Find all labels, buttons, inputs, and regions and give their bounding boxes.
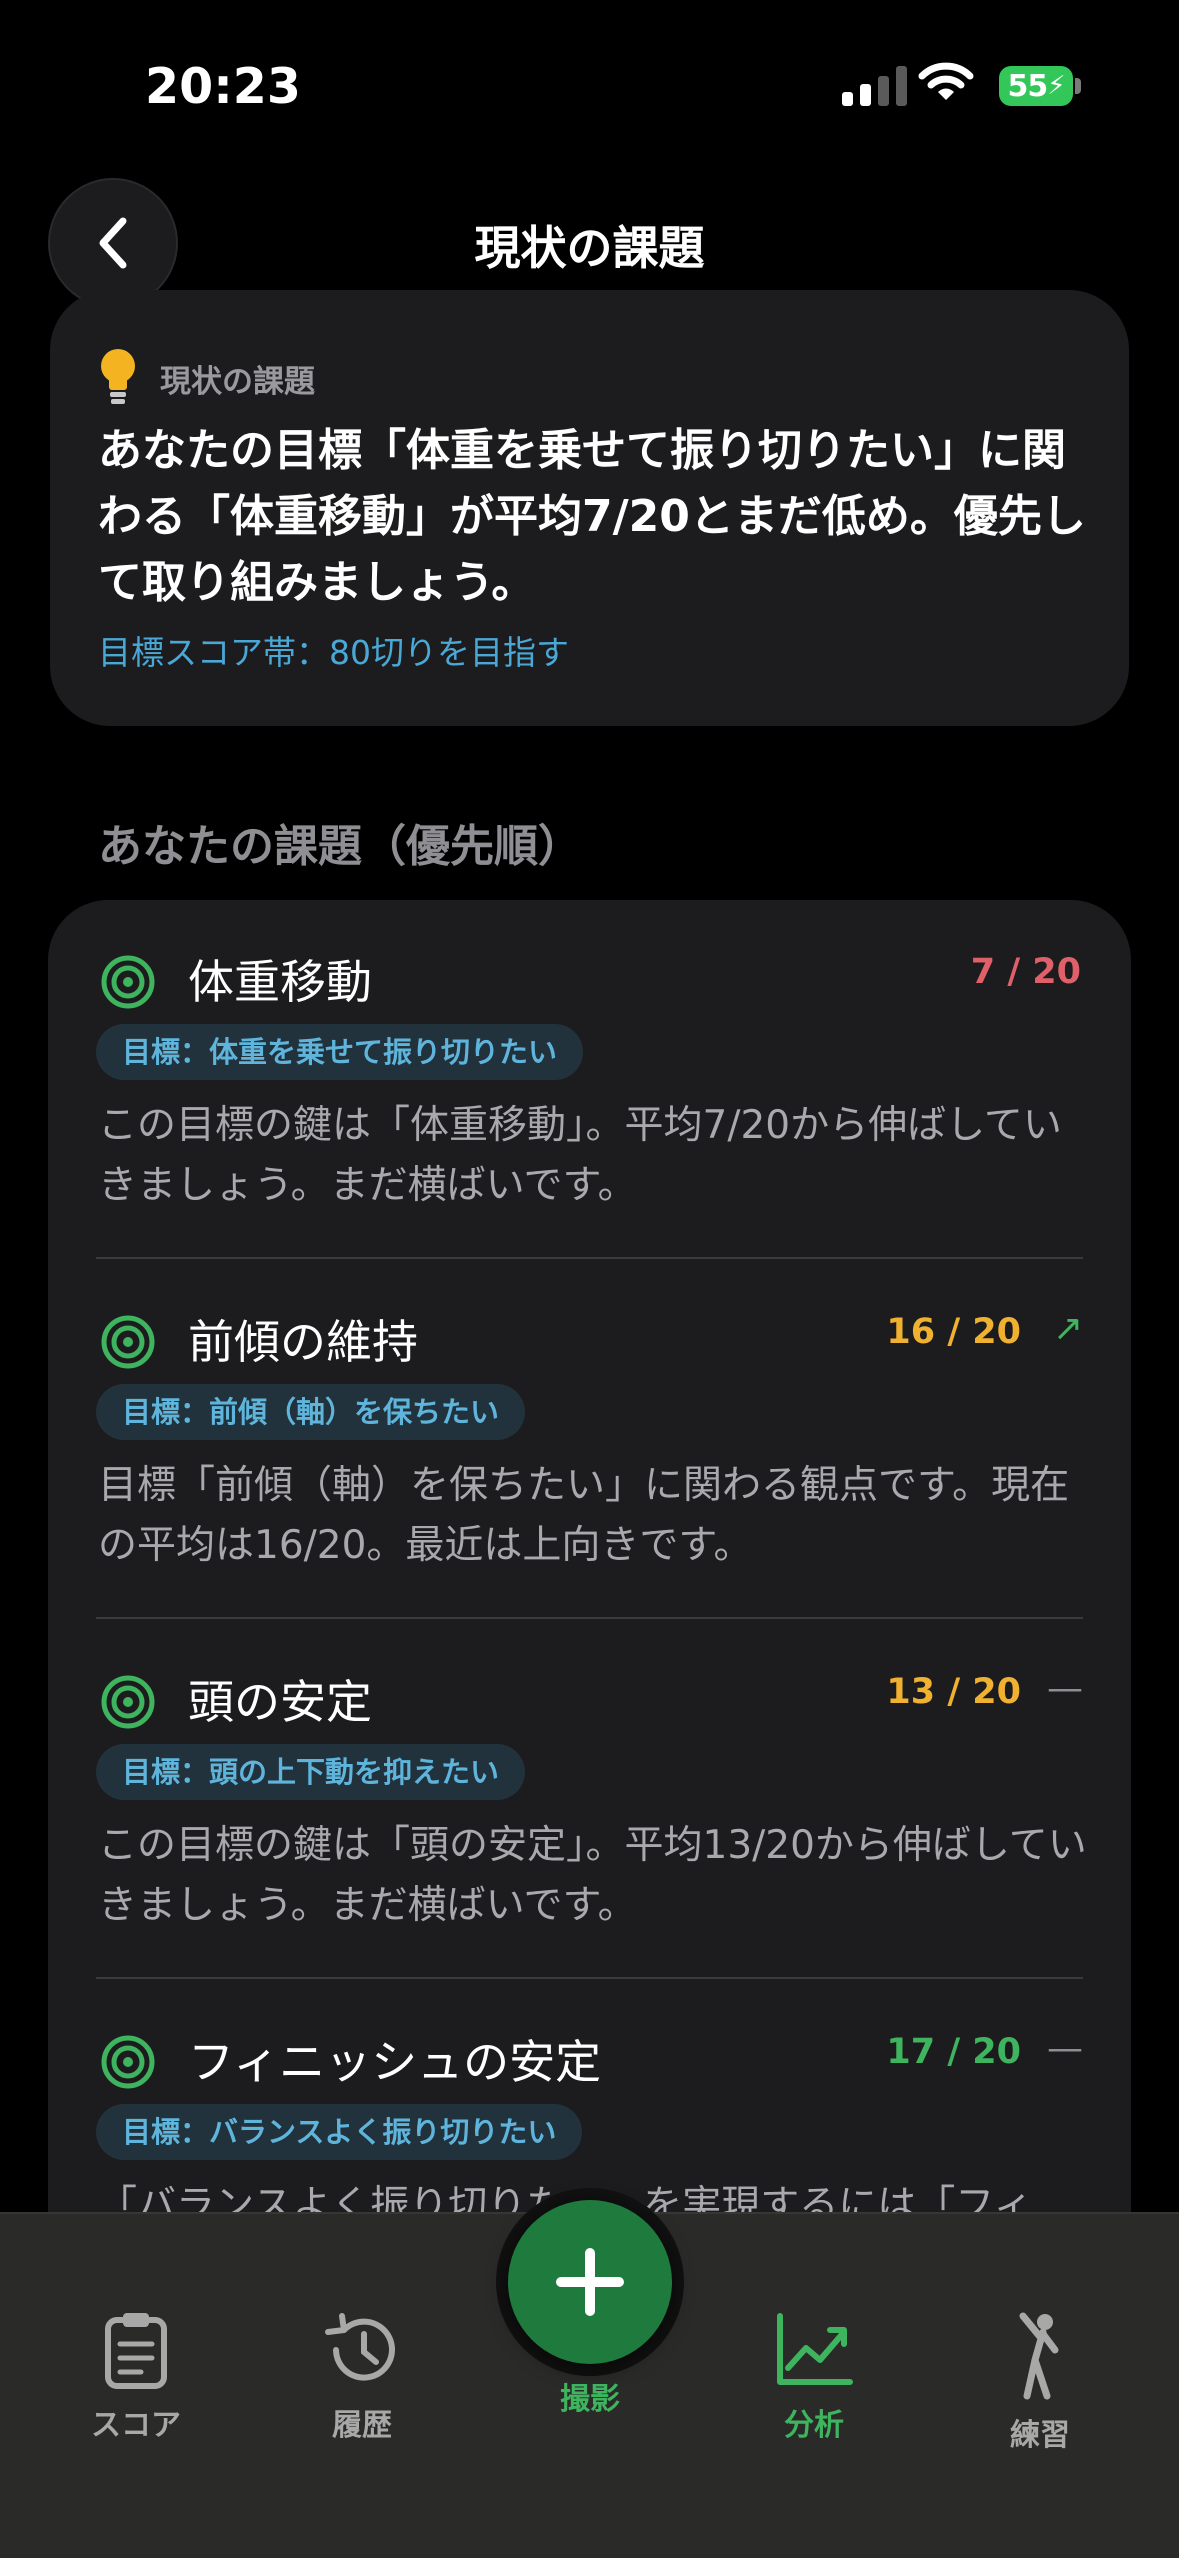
item-score: 7 / 20 [970, 952, 1081, 992]
tab-label: 履歴 [332, 2408, 392, 2443]
target-icon [101, 2035, 155, 2089]
tab-analysis[interactable]: 分析 [734, 2310, 894, 2444]
issue-text: あなたの目標「体重を乗せて振り切りたい」に関わる「体重移動」が平均7/20とまだ… [98, 425, 1086, 608]
history-icon [325, 2313, 395, 2381]
tab-practice[interactable]: 練習 [960, 2310, 1120, 2454]
goal-score-band: 目標スコア帯：80切りを目指す [98, 633, 569, 672]
section-title: あなたの課題（優先順） [98, 821, 582, 872]
status-time: 20:23 [145, 58, 301, 115]
item-score: 17 / 20 [886, 2032, 1021, 2072]
divider [96, 1617, 1083, 1619]
page-title: 現状の課題 [474, 221, 705, 275]
tab-label: 分析 [784, 2408, 844, 2443]
tab-label: スコア [91, 2408, 181, 2443]
battery-indicator: 55 ⚡ [999, 66, 1073, 106]
trend-flat-icon: — [1047, 2028, 1083, 2069]
goal-tag: 目標：前傾（軸）を保ちたい [96, 1384, 526, 1440]
battery-tip [1075, 78, 1081, 94]
issue-label: 現状の課題 [160, 364, 315, 400]
item-score: 13 / 20 [886, 1672, 1021, 1712]
target-icon [101, 955, 155, 1009]
item-name: フィニッシュの安定 [188, 2035, 602, 2089]
goal-tag: 目標：バランスよく振り切りたい [96, 2104, 583, 2160]
divider [96, 1977, 1083, 1979]
divider [96, 1257, 1083, 1259]
goal-tag: 目標：体重を乗せて振り切りたい [96, 1024, 584, 1080]
clipboard-icon [105, 2313, 167, 2389]
plus-icon [556, 2248, 624, 2316]
item-description: この目標の鍵は「頭の安定」。平均13/20から伸ばしていきましょう。まだ横ばいで… [98, 1823, 1087, 1928]
goal-tag: 目標：頭の上下動を抑えたい [96, 1744, 526, 1800]
item-name: 体重移動 [188, 955, 372, 1009]
tab-history[interactable]: 履歴 [282, 2310, 442, 2444]
item-description: この目標の鍵は「体重移動」。平均7/20から伸ばしていきましょう。まだ横ばいです… [98, 1103, 1062, 1208]
tab-score[interactable]: スコア [56, 2310, 216, 2444]
chart-icon [777, 2313, 853, 2385]
trend-flat-icon: — [1047, 1668, 1083, 1709]
golfer-icon [1019, 2312, 1059, 2400]
item-description: 目標「前傾（軸）を保ちたい」に関わる観点です。現在の平均は16/20。最近は上向… [98, 1463, 1070, 1568]
target-icon [101, 1315, 155, 1369]
item-score: 16 / 20 [886, 1312, 1021, 1352]
issue-list: 体重移動 7 / 20 目標：体重を乗せて振り切りたい この目標の鍵は「体重移動… [48, 900, 1131, 2300]
lightbulb-icon [98, 348, 138, 412]
trend-up-icon: ↗ [1052, 1308, 1083, 1349]
tab-label: 練習 [1010, 2418, 1070, 2453]
cellular-signal-icon [842, 64, 907, 106]
target-icon [101, 1675, 155, 1729]
item-name: 前傾の維持 [188, 1315, 418, 1369]
item-name: 頭の安定 [188, 1675, 372, 1729]
tab-label: 撮影 [560, 2382, 620, 2417]
capture-button[interactable] [508, 2200, 672, 2364]
wifi-icon [918, 60, 974, 108]
